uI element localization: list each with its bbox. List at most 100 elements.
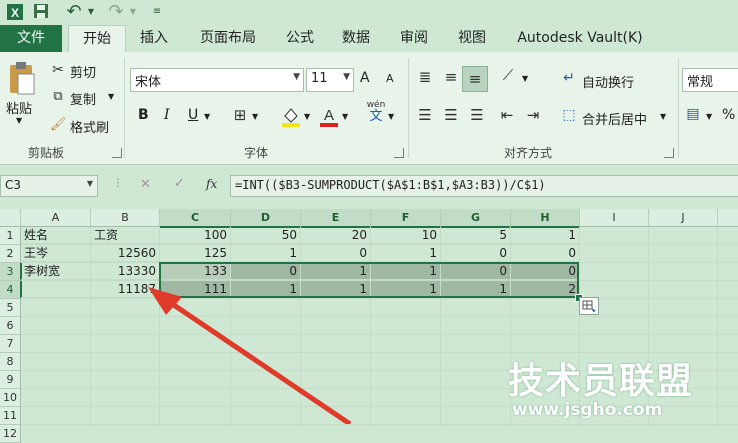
redo-dropdown-icon[interactable]: ▼ — [128, 3, 138, 21]
formula-input[interactable]: =INT(($B3-SUMPRODUCT($A$1:B$1,$A3:B3))/C… — [230, 175, 738, 197]
column-header[interactable]: H — [511, 209, 580, 228]
underline-button[interactable]: U — [188, 107, 198, 123]
row-header[interactable]: 1 — [0, 227, 21, 245]
row-header[interactable]: 9 — [0, 371, 21, 389]
grow-font-button[interactable]: A — [360, 70, 370, 86]
accounting-dropdown-icon[interactable]: ▼ — [706, 112, 712, 121]
cell-H2[interactable]: 0 — [511, 245, 580, 262]
orientation-dropdown-icon[interactable]: ▼ — [522, 74, 528, 83]
customize-qat-icon[interactable]: ≡ — [150, 3, 164, 21]
font-name-select[interactable]: 宋体 ▼ — [130, 68, 304, 92]
font-size-select[interactable]: 11 ▼ — [306, 68, 354, 92]
cell-G3[interactable]: 0 — [441, 263, 511, 280]
row-header[interactable]: 5 — [0, 299, 21, 317]
bold-button[interactable]: B — [138, 107, 149, 123]
cell-D3[interactable]: 0 — [231, 263, 301, 280]
row-header[interactable]: 11 — [0, 407, 21, 425]
row-header[interactable]: 3 — [0, 263, 22, 281]
column-header[interactable]: C — [160, 209, 231, 228]
cell-E3[interactable]: 1 — [301, 263, 371, 280]
cell-H1[interactable]: 1 — [511, 227, 580, 244]
tab-insert[interactable]: 插入 — [130, 25, 178, 52]
column-header[interactable] — [718, 209, 738, 227]
column-header[interactable]: I — [580, 209, 649, 227]
cell-C3[interactable]: 133 — [160, 263, 231, 280]
tab-formulas[interactable]: 公式 — [276, 25, 324, 52]
cell-A4[interactable] — [21, 281, 91, 298]
increase-indent-icon[interactable]: ⇥ — [522, 106, 544, 124]
name-box[interactable]: C3 ▼ — [0, 175, 98, 197]
fill-color-icon[interactable] — [280, 104, 302, 128]
tab-file[interactable]: 文件 — [0, 25, 62, 52]
phonetic-dropdown-icon[interactable]: ▼ — [388, 112, 394, 121]
tab-home[interactable]: 开始 — [68, 25, 126, 53]
copy-button[interactable]: 复制 — [70, 89, 96, 108]
tab-page-layout[interactable]: 页面布局 — [188, 25, 268, 52]
cell-A2[interactable]: 王岑 — [21, 245, 91, 262]
merge-dropdown-icon[interactable]: ▼ — [660, 112, 666, 121]
alignment-launcher-icon[interactable] — [664, 148, 674, 158]
row-header[interactable]: 12 — [0, 425, 21, 443]
column-header[interactable]: A — [21, 209, 91, 227]
column-header[interactable]: E — [301, 209, 371, 228]
copy-dropdown-icon[interactable]: ▼ — [108, 92, 114, 101]
paste-dropdown-icon[interactable]: ▼ — [16, 116, 22, 125]
column-header[interactable]: D — [231, 209, 301, 228]
tab-data[interactable]: 数据 — [332, 25, 380, 52]
undo-icon[interactable]: ↶ — [62, 3, 86, 21]
row-header[interactable]: 7 — [0, 335, 21, 353]
cancel-entry-icon[interactable]: ✕ — [140, 177, 151, 192]
cell-B1[interactable]: 工资 — [91, 227, 160, 244]
align-left-icon[interactable]: ☰ — [414, 106, 436, 124]
tab-view[interactable]: 视图 — [448, 25, 496, 52]
undo-dropdown-icon[interactable]: ▼ — [86, 3, 96, 21]
align-center-icon[interactable]: ☰ — [440, 106, 462, 124]
redo-icon[interactable]: ↷ — [104, 3, 128, 21]
cell-B3[interactable]: 13330 — [91, 263, 160, 280]
cell-F4[interactable]: 1 — [371, 281, 441, 298]
cell-C1[interactable]: 100 — [160, 227, 231, 244]
save-icon[interactable] — [32, 3, 50, 21]
row-header[interactable]: 6 — [0, 317, 21, 335]
decrease-indent-icon[interactable]: ⇤ — [496, 106, 518, 124]
tab-review[interactable]: 审阅 — [390, 25, 438, 52]
cell-E1[interactable]: 20 — [301, 227, 371, 244]
font-color-dropdown-icon[interactable]: ▼ — [342, 112, 348, 121]
paste-icon[interactable] — [6, 60, 38, 96]
cell-C2[interactable]: 125 — [160, 245, 231, 262]
cell-H4[interactable]: 2 — [511, 281, 580, 298]
cell-A1[interactable]: 姓名 — [21, 227, 91, 244]
column-header[interactable]: J — [649, 209, 718, 227]
align-middle-icon[interactable]: ≡ — [440, 68, 462, 86]
fill-color-dropdown-icon[interactable]: ▼ — [304, 112, 310, 121]
cell-D1[interactable]: 50 — [231, 227, 301, 244]
column-header[interactable]: G — [441, 209, 511, 228]
font-color-icon[interactable]: A — [318, 104, 340, 128]
italic-button[interactable]: I — [164, 107, 170, 123]
quick-analysis-icon[interactable] — [579, 297, 599, 315]
cell-H3[interactable]: 0 — [511, 263, 580, 280]
underline-dropdown-icon[interactable]: ▼ — [204, 112, 210, 121]
row-header[interactable]: 10 — [0, 389, 21, 407]
borders-icon[interactable]: ⊞ — [230, 106, 250, 124]
borders-dropdown-icon[interactable]: ▼ — [252, 112, 258, 121]
align-right-icon[interactable]: ☰ — [466, 106, 488, 124]
confirm-entry-icon[interactable]: ✓ — [174, 176, 185, 191]
cell-G2[interactable]: 0 — [441, 245, 511, 262]
cell-B2[interactable]: 12560 — [91, 245, 160, 262]
cell-G1[interactable]: 5 — [441, 227, 511, 244]
cell-F1[interactable]: 10 — [371, 227, 441, 244]
merge-center-button[interactable]: 合并后居中 — [582, 109, 647, 128]
align-bottom-icon[interactable]: ≡ — [462, 66, 488, 92]
font-launcher-icon[interactable] — [394, 148, 404, 158]
accounting-format-icon[interactable]: ▤ — [684, 106, 702, 122]
orientation-icon[interactable]: ⟋ — [496, 66, 520, 84]
shrink-font-button[interactable]: A — [386, 72, 394, 85]
cell-D2[interactable]: 1 — [231, 245, 301, 262]
cut-button[interactable]: 剪切 — [70, 62, 96, 81]
row-header[interactable]: 4 — [0, 281, 22, 299]
row-header[interactable]: 8 — [0, 353, 21, 371]
tab-autodesk-vault[interactable]: Autodesk Vault(K) — [510, 25, 650, 52]
cell-F2[interactable]: 1 — [371, 245, 441, 262]
cell-G4[interactable]: 1 — [441, 281, 511, 298]
